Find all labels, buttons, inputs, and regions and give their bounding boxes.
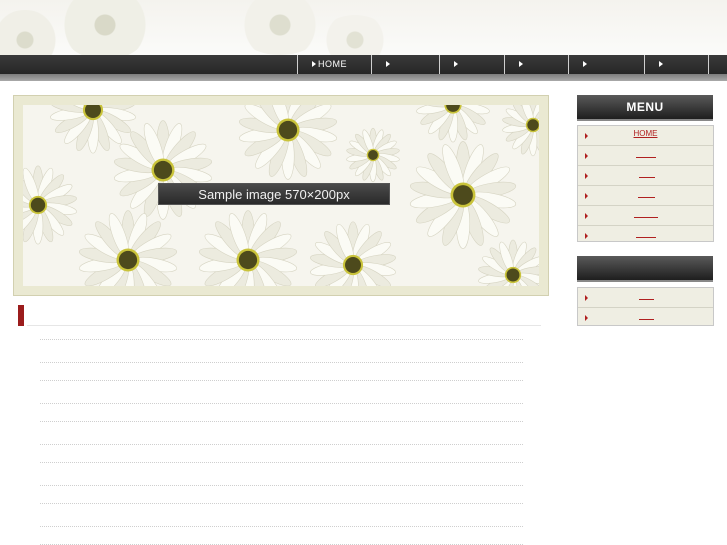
daisy-decoration xyxy=(0,10,60,55)
content-line xyxy=(40,462,523,463)
daisy xyxy=(478,239,539,286)
sidebar-item[interactable] xyxy=(578,226,713,245)
daisy xyxy=(238,105,338,180)
top-navigation: HOME xyxy=(0,55,727,74)
daisy xyxy=(310,221,396,286)
sidebar-box2 xyxy=(577,287,714,326)
nav-item-home[interactable]: HOME xyxy=(297,55,371,74)
nav-item-4[interactable] xyxy=(504,55,568,74)
arrow-right-icon xyxy=(585,315,588,321)
content-line xyxy=(40,444,523,445)
nav-item-label: HOME xyxy=(318,59,347,69)
content-line xyxy=(40,403,523,404)
section-marker xyxy=(18,305,24,326)
sidebar-item[interactable] xyxy=(578,308,713,327)
sidebar-box2-heading xyxy=(577,256,713,282)
nav-item-3[interactable] xyxy=(439,55,504,74)
daisy xyxy=(416,105,490,143)
daisy xyxy=(409,141,517,249)
sidebar-item-label: HOME xyxy=(633,129,658,138)
nav-item-6[interactable] xyxy=(644,55,708,74)
content-line xyxy=(40,526,523,527)
triangle-right-icon xyxy=(583,61,587,67)
daisy xyxy=(502,105,539,157)
sidebar-item-link xyxy=(634,217,658,218)
sidebar-item-link xyxy=(638,197,655,198)
sidebar-item-link xyxy=(636,237,656,238)
sidebar-item-link xyxy=(639,177,655,178)
content-line xyxy=(40,503,523,504)
content-line xyxy=(40,380,523,381)
arrow-right-icon xyxy=(585,295,588,301)
sidebar-item-link xyxy=(636,157,656,158)
daisy xyxy=(78,210,178,286)
triangle-right-icon xyxy=(312,61,316,67)
arrow-right-icon xyxy=(585,233,588,239)
nav-shadow-bar xyxy=(0,74,727,81)
daisy xyxy=(23,165,77,245)
content-line xyxy=(40,421,523,422)
triangle-right-icon xyxy=(519,61,523,67)
hero-image: Sample image 570×200px xyxy=(23,105,539,286)
sidebar-item-link xyxy=(639,319,654,320)
nav-item-5[interactable] xyxy=(568,55,644,74)
content-line xyxy=(40,485,523,486)
daisy-decoration xyxy=(235,0,325,55)
content-line xyxy=(40,339,523,340)
daisy xyxy=(346,127,400,183)
triangle-right-icon xyxy=(454,61,458,67)
arrow-right-icon xyxy=(585,153,588,159)
sidebar-item[interactable] xyxy=(578,166,713,186)
arrow-right-icon xyxy=(585,213,588,219)
arrow-right-icon xyxy=(585,173,588,179)
daisy-decoration xyxy=(60,0,150,55)
triangle-right-icon xyxy=(659,61,663,67)
daisy-decoration xyxy=(320,15,390,55)
sidebar-item[interactable] xyxy=(578,288,713,308)
sidebar-item-home[interactable]: HOME xyxy=(578,126,713,146)
nav-divider xyxy=(708,55,727,74)
daisy xyxy=(198,210,298,286)
nav-item-2[interactable] xyxy=(371,55,439,74)
sidebar-item[interactable] xyxy=(578,206,713,226)
sidebar-item[interactable] xyxy=(578,186,713,206)
content-line xyxy=(40,362,523,363)
hero-frame: Sample image 570×200px xyxy=(13,95,549,296)
sidebar-item[interactable] xyxy=(578,146,713,166)
site-header xyxy=(0,0,727,55)
section-rule xyxy=(27,325,541,326)
sidebar-menu: HOME xyxy=(577,125,714,242)
sidebar-item-link xyxy=(639,299,654,300)
triangle-right-icon xyxy=(386,61,390,67)
arrow-right-icon xyxy=(585,193,588,199)
hero-image-caption: Sample image 570×200px xyxy=(158,183,390,205)
sidebar-menu-heading: MENU xyxy=(577,95,713,121)
